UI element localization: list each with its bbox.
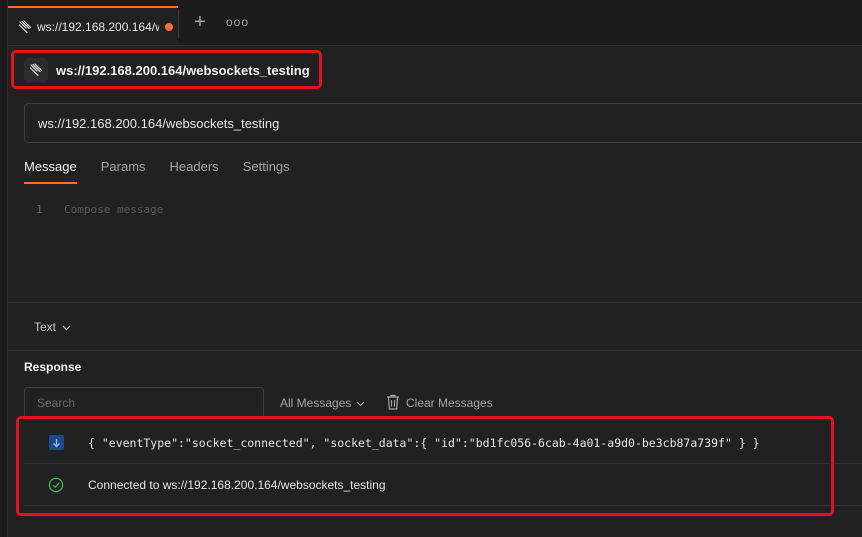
chevron-down-icon [62, 320, 71, 334]
request-title[interactable]: ws://192.168.200.164/websockets_testing [56, 63, 310, 78]
filter-label: All Messages [280, 396, 352, 410]
message-editor[interactable]: 1 Compose message [8, 195, 862, 301]
format-label: Text [34, 320, 57, 334]
message-text: Connected to ws://192.168.200.164/websoc… [88, 477, 386, 492]
tab-params[interactable]: Params [101, 158, 146, 182]
trash-icon [386, 394, 400, 413]
websocket-icon [24, 58, 48, 82]
editor-divider [8, 302, 862, 303]
check-circle-icon [48, 477, 64, 493]
section-divider [8, 350, 862, 351]
list-item[interactable]: { "eventType":"socket_connected", "socke… [24, 422, 862, 464]
more-tabs-button[interactable]: ooo [226, 14, 248, 30]
message-text: { "eventType":"socket_connected", "socke… [88, 435, 760, 450]
request-tab[interactable]: ws://192.168.200.164/websockets_testing [8, 6, 178, 45]
message-list: { "eventType":"socket_connected", "socke… [24, 422, 862, 506]
tab-bar: ws://192.168.200.164/websockets_testing … [8, 0, 862, 46]
response-title: Response [24, 360, 82, 374]
message-format-select[interactable]: Text [34, 320, 71, 334]
tab-message[interactable]: Message [24, 158, 77, 184]
left-sidebar-strip [0, 0, 8, 537]
tab-title: ws://192.168.200.164/websockets_testing [37, 19, 159, 34]
clear-messages-button[interactable]: Clear Messages [386, 393, 493, 413]
websocket-request-page: ws://192.168.200.164/websockets_testing … [0, 0, 862, 537]
list-item[interactable]: Connected to ws://192.168.200.164/websoc… [24, 464, 862, 506]
clear-messages-label: Clear Messages [406, 396, 493, 410]
request-subtabs: Message Params Headers Settings [24, 158, 314, 184]
compose-placeholder: Compose message [64, 203, 164, 216]
tab-settings[interactable]: Settings [243, 158, 290, 182]
line-number: 1 [36, 203, 43, 216]
url-text: ws://192.168.200.164/websockets_testing [38, 115, 280, 131]
tab-headers[interactable]: Headers [170, 158, 219, 182]
message-filter-dropdown[interactable]: All Messages [280, 396, 365, 410]
unsaved-dot-icon [165, 22, 173, 31]
search-input[interactable] [24, 387, 264, 418]
new-tab-button[interactable]: + [191, 12, 209, 32]
websocket-icon [17, 19, 33, 35]
arrow-down-icon [48, 435, 64, 451]
request-header: ws://192.168.200.164/websockets_testing [16, 54, 310, 86]
tab-separator [178, 10, 179, 38]
chevron-down-icon [356, 396, 365, 410]
url-input[interactable]: ws://192.168.200.164/websockets_testing [24, 103, 862, 143]
